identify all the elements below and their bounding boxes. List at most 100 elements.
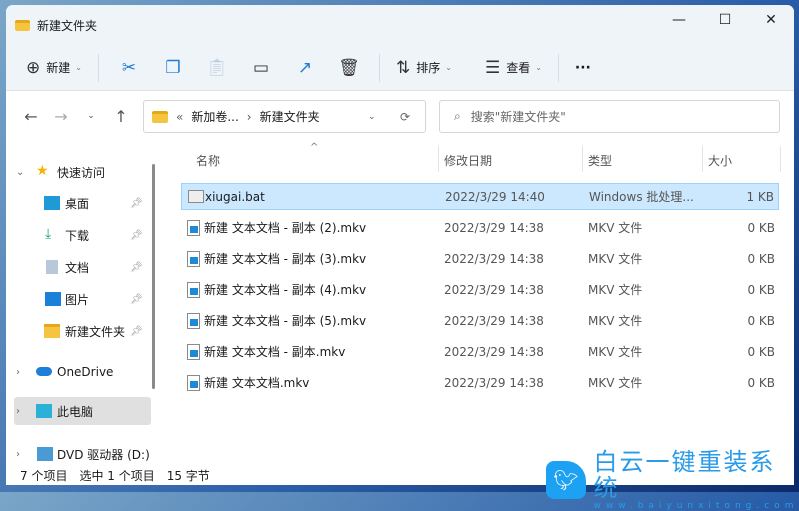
file-name: 新建 文本文档 - 副本 (3).mkv <box>204 252 367 266</box>
file-date: 2022/3/29 14:38 <box>444 375 544 390</box>
sidebar-item-downloads[interactable]: ⤓ 下载 📌︎ <box>6 220 146 250</box>
file-row[interactable]: 新建 文本文档 - 副本.mkv 2022/3/29 14:38 MKV 文件 0 K… <box>181 338 779 365</box>
maximize-button[interactable]: ☐ <box>702 5 748 35</box>
back-button[interactable]: ← <box>16 101 46 131</box>
sidebar-item-documents[interactable]: 文档 📌︎ <box>6 252 146 282</box>
more-button[interactable]: ··· <box>567 52 599 84</box>
selected-count: 选中 1 个项目 <box>79 468 155 483</box>
desktop-icon <box>44 196 60 210</box>
file-row[interactable]: 新建 文本文档.mkv 2022/3/29 14:38 MKV 文件 0 KB <box>181 369 779 396</box>
file-type: Windows 批处理... <box>589 190 694 204</box>
breadcrumb-item[interactable]: 新加卷... <box>191 108 238 125</box>
column-header-size[interactable]: 大小 <box>708 145 732 175</box>
file-type: MKV 文件 <box>588 283 643 297</box>
plus-circle-icon: ⊕ <box>26 57 41 78</box>
column-divider[interactable] <box>702 146 703 172</box>
sidebar-item-label: 快速访问 <box>57 165 106 180</box>
minimize-button[interactable]: — <box>656 5 702 35</box>
video-file-icon <box>187 312 200 329</box>
share-button[interactable]: ↗ <box>283 52 327 84</box>
up-button[interactable]: ↑ <box>106 101 136 131</box>
chevron-down-icon: ⌄ <box>16 166 25 178</box>
sidebar-item-onedrive[interactable]: › OneDrive <box>6 357 146 387</box>
watermark-url: www.baiyunxitong.com <box>593 501 799 511</box>
batch-file-icon <box>188 190 204 203</box>
breadcrumb-item[interactable]: 新建文件夹 <box>260 108 320 125</box>
file-row[interactable]: 新建 文本文档 - 副本 (2).mkv 2022/3/29 14:38 MKV 文… <box>181 214 779 241</box>
document-icon <box>46 260 58 274</box>
file-name: 新建 文本文档 - 副本 (2).mkv <box>204 221 367 235</box>
sidebar-item-label: 桌面 <box>65 196 90 211</box>
sidebar-item-this-pc[interactable]: › 此电脑 <box>14 397 151 425</box>
sort-icon: ⇅ <box>395 57 411 78</box>
new-button[interactable]: ⊕ 新建 ⌄ <box>18 52 90 84</box>
refresh-button[interactable]: ⟳ <box>400 110 410 124</box>
file-type: MKV 文件 <box>588 252 643 266</box>
sidebar-item-desktop[interactable]: 桌面 📌︎ <box>6 188 146 218</box>
address-dropdown-button[interactable]: ⌄ <box>368 112 376 122</box>
sidebar-item-quick-access[interactable]: ⌄ ★ 快速访问 <box>6 157 146 187</box>
command-bar: ⊕ 新建 ⌄ ✂ ❐ 📋︎ ▭ ↗ 🗑︎ ⇅ 排序 ⌄ ☰ 查看 ⌄ ··· <box>6 45 794 91</box>
column-divider[interactable] <box>582 146 583 172</box>
copy-button[interactable]: ❐ <box>151 52 195 84</box>
rename-icon: ▭ <box>252 57 269 78</box>
column-divider[interactable] <box>438 146 439 172</box>
cut-button[interactable]: ✂ <box>107 52 151 84</box>
paste-icon: 📋︎ <box>206 57 228 78</box>
item-count: 7 个项目 <box>20 468 68 483</box>
file-name: 新建 文本文档 - 副本 (5).mkv <box>204 314 367 328</box>
sidebar-item-label: DVD 驱动器 (D:) <box>57 447 150 462</box>
file-type: MKV 文件 <box>588 376 643 390</box>
column-header-type[interactable]: 类型 <box>588 145 612 175</box>
watermark-title: 白云一键重装系统 <box>593 448 776 502</box>
address-bar[interactable]: « 新加卷... › 新建文件夹 ⌄ ⟳ <box>143 100 426 133</box>
sort-button[interactable]: ⇅ 排序 ⌄ <box>388 52 460 84</box>
file-date: 2022/3/29 14:38 <box>444 220 544 235</box>
title-bar: 新建文件夹 — ☐ ✕ <box>6 5 794 45</box>
computer-icon <box>36 404 52 418</box>
breadcrumb-overflow[interactable]: « <box>176 110 183 124</box>
recent-locations-button[interactable]: ⌄ <box>76 101 106 131</box>
column-header-date[interactable]: 修改日期 <box>444 145 492 175</box>
column-divider[interactable] <box>780 146 781 172</box>
chevron-right-icon: › <box>16 448 20 460</box>
paste-button[interactable]: 📋︎ <box>195 52 239 84</box>
star-icon: ★ <box>36 163 49 179</box>
file-row[interactable]: 新建 文本文档 - 副本 (4).mkv 2022/3/29 14:38 MKV 文… <box>181 276 779 303</box>
file-size: 0 KB <box>747 251 775 266</box>
selected-size: 15 字节 <box>166 468 210 483</box>
file-row[interactable]: 新建 文本文档 - 副本 (3).mkv 2022/3/29 14:38 MKV 文… <box>181 245 779 272</box>
download-icon: ⤓ <box>45 226 52 242</box>
column-header-name[interactable]: 名称 <box>196 145 220 175</box>
pin-icon: 📌︎ <box>130 261 143 273</box>
view-button[interactable]: ☰ 查看 ⌄ <box>477 52 550 84</box>
navigation-pane: ⌄ ★ 快速访问 桌面 📌︎ ⤓ 下载 📌︎ 文档 📌︎ 图片 📌︎ 新建文件夹 📌︎ › One… <box>6 142 161 465</box>
sidebar-item-label: 文档 <box>65 260 90 275</box>
delete-button[interactable]: 🗑︎ <box>327 52 371 84</box>
file-date: 2022/3/29 14:38 <box>444 251 544 266</box>
close-button[interactable]: ✕ <box>748 5 794 35</box>
search-icon: ⌕ <box>454 109 461 123</box>
search-input[interactable]: ⌕ 搜索"新建文件夹" <box>439 100 780 133</box>
file-row[interactable]: xiugai.bat 2022/3/29 14:40 Windows 批处理... 1… <box>181 183 779 210</box>
rename-button[interactable]: ▭ <box>239 52 283 84</box>
file-name: 新建 文本文档.mkv <box>204 376 310 390</box>
sidebar-item-label: 新建文件夹 <box>65 324 126 339</box>
chevron-down-icon: ⌄ <box>75 63 82 72</box>
video-file-icon <box>187 343 200 360</box>
trash-icon: 🗑︎ <box>338 57 360 78</box>
file-size: 0 KB <box>747 375 775 390</box>
file-date: 2022/3/29 14:38 <box>444 313 544 328</box>
file-size: 0 KB <box>747 220 775 235</box>
sidebar-item-pictures[interactable]: 图片 📌︎ <box>6 284 146 314</box>
file-name: 新建 文本文档 - 副本 (4).mkv <box>204 283 367 297</box>
divider <box>97 53 99 82</box>
sidebar-item-new-folder[interactable]: 新建文件夹 📌︎ <box>6 316 146 346</box>
file-row[interactable]: 新建 文本文档 - 副本 (5).mkv 2022/3/29 14:38 MKV 文… <box>181 307 779 334</box>
file-name: xiugai.bat <box>205 189 265 204</box>
chevron-down-icon: ⌄ <box>445 63 452 72</box>
sidebar-item-label: 下载 <box>65 228 90 243</box>
sidebar-scrollbar[interactable] <box>152 164 155 389</box>
pin-icon: 📌︎ <box>130 229 143 241</box>
forward-button[interactable]: → <box>46 101 76 131</box>
